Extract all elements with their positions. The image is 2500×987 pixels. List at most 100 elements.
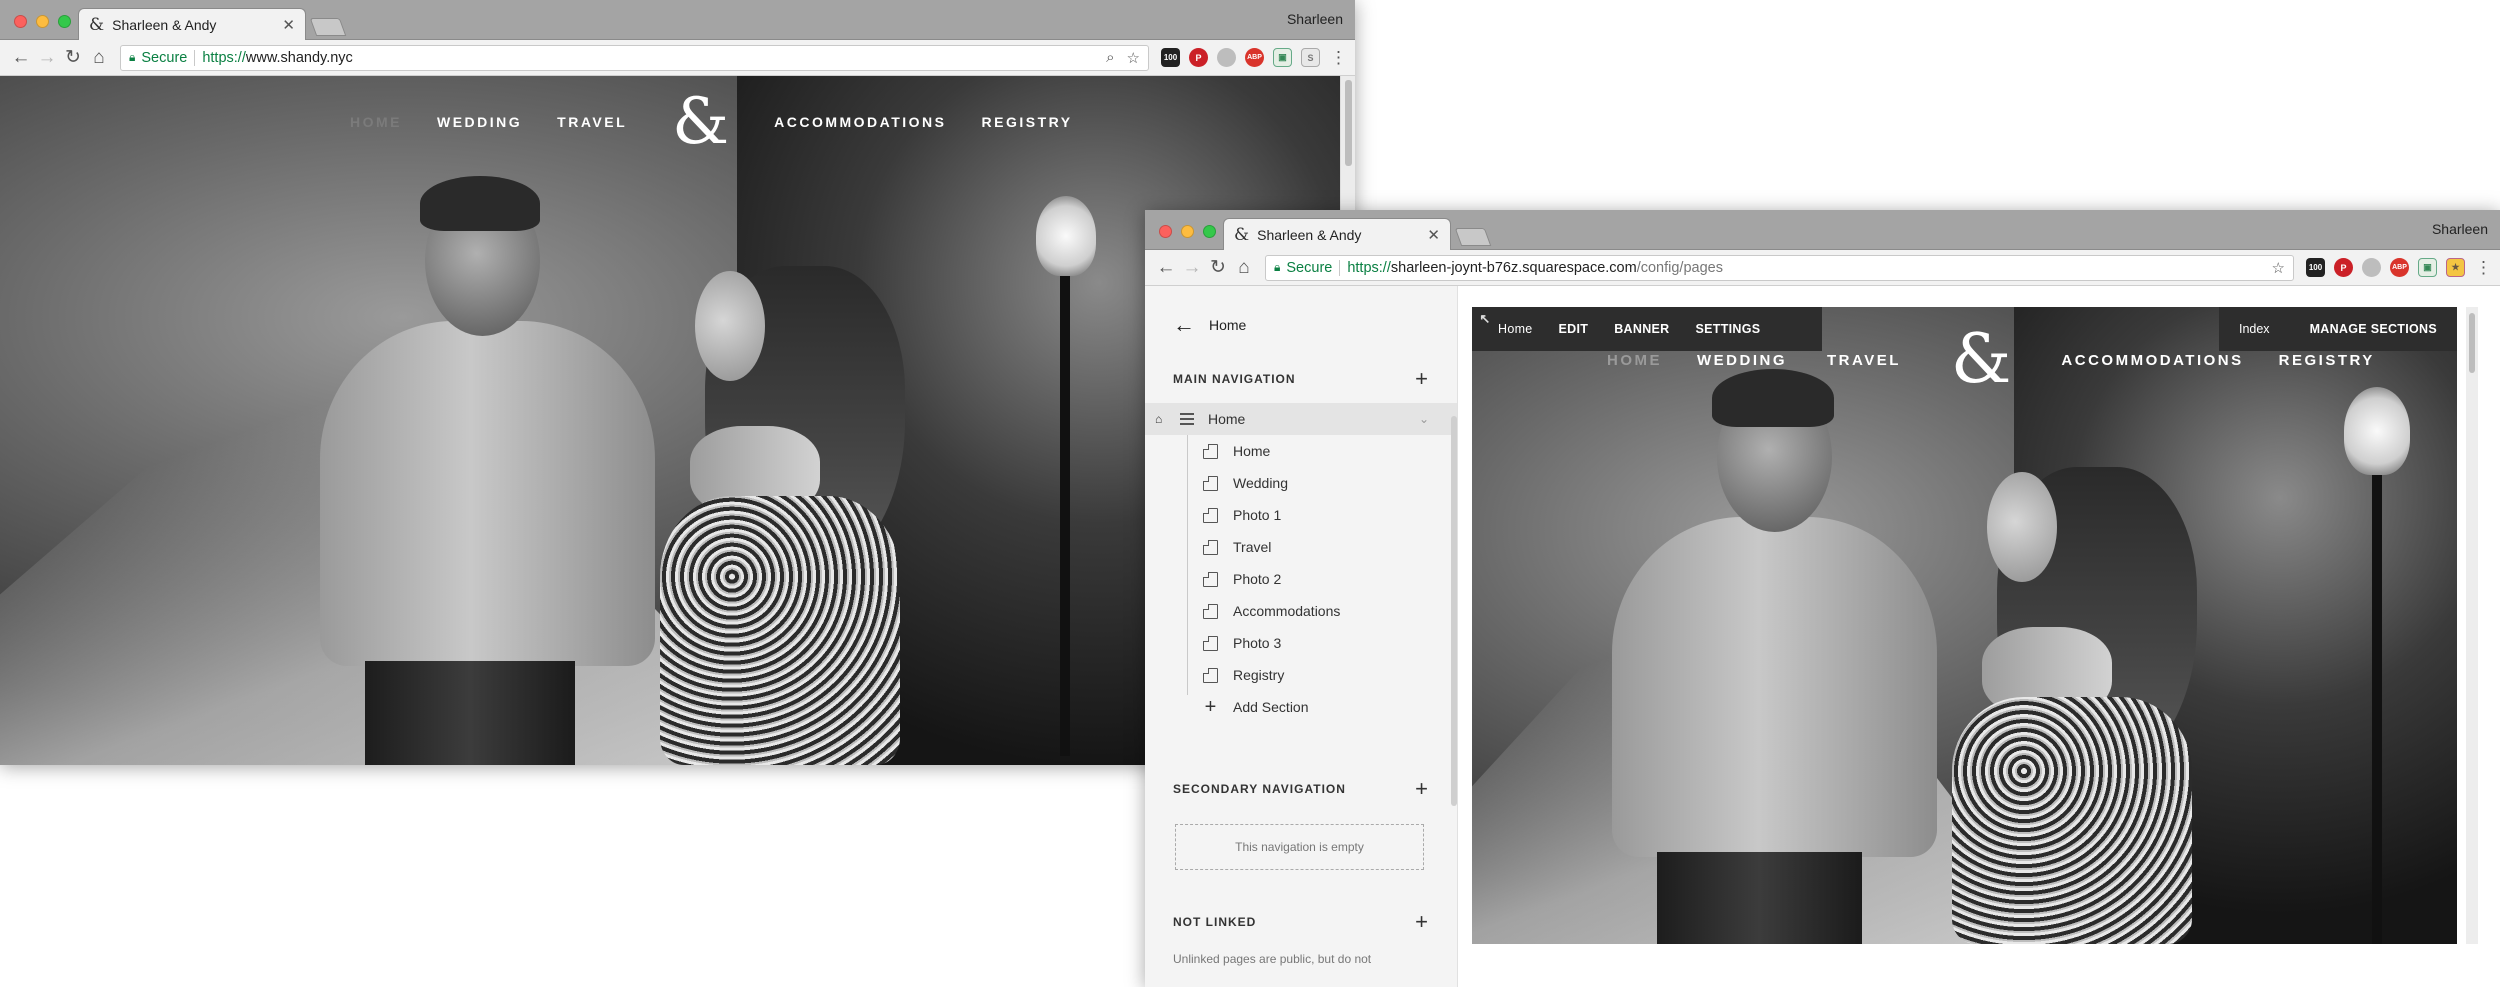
extension-icon[interactable]: ▣ (1273, 48, 1292, 67)
page-item[interactable]: Accommodations (1203, 595, 1457, 627)
scroll-thumb[interactable] (2469, 313, 2475, 373)
plus-icon[interactable]: + (1415, 776, 1429, 802)
extension-icon[interactable]: ★ (2446, 258, 2465, 277)
window-controls (1159, 225, 1216, 238)
add-section-button[interactable]: + Add Section (1203, 691, 1457, 723)
nav-wedding[interactable]: WEDDING (437, 114, 522, 130)
back-arrow-icon[interactable]: ← (1153, 255, 1179, 281)
url-host: www.shandy.nyc (245, 49, 353, 66)
manage-sections-button[interactable]: MANAGE SECTIONS (2290, 322, 2457, 336)
page-item[interactable]: Photo 2 (1203, 563, 1457, 595)
chevron-down-icon[interactable]: ⌄ (1419, 412, 1429, 426)
extension-100-icon[interactable]: 100 (2306, 258, 2325, 277)
profile-name[interactable]: Sharleen (1287, 11, 1343, 27)
woman-dress (660, 496, 900, 765)
nav-home[interactable]: HOME (1607, 352, 1662, 369)
site-logo[interactable]: & (1951, 326, 2012, 394)
zoom-window-button[interactable] (1203, 225, 1216, 238)
page-label: Wedding (1233, 475, 1289, 491)
not-linked-header: NOT LINKED + (1173, 909, 1429, 935)
forward-arrow-icon[interactable]: → (1179, 255, 1205, 281)
menu-dots-icon[interactable]: ⋮ (1330, 48, 1347, 68)
preview-scrollbar[interactable] (2466, 307, 2478, 944)
nav-item-home-index[interactable]: ⌂ Home ⌄ (1145, 403, 1457, 435)
nav-registry[interactable]: REGISTRY (2279, 352, 2375, 369)
site-navigation: HOME WEDDING TRAVEL & ACCOMMODATIONS REG… (350, 90, 1073, 154)
nav-wedding[interactable]: WEDDING (1697, 352, 1787, 369)
browser-window-editor: & Sharleen & Andy ✕ Sharleen ← → ↻ ⌂ 🔒︎ … (1145, 210, 2500, 987)
tab-close-icon[interactable]: ✕ (1427, 226, 1440, 244)
man-hair (420, 176, 540, 231)
back-button[interactable]: ← Home (1173, 312, 1246, 338)
section-heading: NOT LINKED (1173, 915, 1257, 929)
pinterest-icon[interactable]: P (1189, 48, 1208, 67)
adblock-icon[interactable]: ABP (2390, 258, 2409, 277)
sidebar-scroll-thumb[interactable] (1451, 416, 1457, 806)
lamp-head (1036, 196, 1096, 276)
nav-travel[interactable]: TRAVEL (1827, 352, 1901, 369)
plus-icon[interactable]: + (1415, 909, 1429, 935)
back-arrow-icon[interactable]: ← (8, 45, 34, 71)
plus-icon[interactable]: + (1415, 366, 1429, 392)
pages-sidebar: ← Home MAIN NAVIGATION + ⌂ Home ⌄ Home W… (1145, 286, 1458, 987)
page-item[interactable]: Photo 1 (1203, 499, 1457, 531)
edit-button[interactable]: EDIT (1546, 322, 1602, 336)
pinterest-icon[interactable]: P (2334, 258, 2353, 277)
page-icon (1203, 635, 1218, 651)
extensions: 100 P ABP ▣ ★ (2306, 258, 2465, 277)
index-bar: Index MANAGE SECTIONS (2218, 307, 2457, 351)
tab-bar: & Sharleen & Andy ✕ Sharleen (1145, 210, 2500, 250)
site-logo[interactable]: & (672, 90, 729, 154)
banner-button[interactable]: BANNER (1601, 322, 1682, 336)
reload-icon[interactable]: ↻ (1205, 255, 1231, 281)
menu-dots-icon[interactable]: ⋮ (2475, 258, 2492, 278)
star-icon[interactable]: ☆ (1127, 49, 1140, 67)
zoom-window-button[interactable] (58, 15, 71, 28)
scroll-thumb[interactable] (1345, 80, 1352, 166)
page-label: Registry (1233, 667, 1285, 683)
plus-icon: + (1204, 695, 1217, 718)
browser-tab[interactable]: & Sharleen & Andy ✕ (1223, 218, 1451, 250)
search-icon[interactable]: ⌕ (1106, 49, 1114, 67)
cloud-extension-icon[interactable] (1217, 48, 1236, 67)
cloud-extension-icon[interactable] (2362, 258, 2381, 277)
nav-travel[interactable]: TRAVEL (557, 114, 627, 130)
page-item[interactable]: Wedding (1203, 467, 1457, 499)
favicon-icon: & (89, 14, 105, 35)
address-bar[interactable]: 🔒︎ Secure https://www.shandy.nyc ⌕ ☆ (120, 44, 1149, 71)
page-item[interactable]: Travel (1203, 531, 1457, 563)
minimize-window-button[interactable] (36, 15, 49, 28)
home-icon[interactable]: ⌂ (86, 45, 112, 71)
nav-accommodations[interactable]: ACCOMMODATIONS (774, 114, 946, 130)
browser-tab[interactable]: & Sharleen & Andy ✕ (78, 8, 306, 40)
minimize-window-button[interactable] (1181, 225, 1194, 238)
extension-icon[interactable]: ▣ (2418, 258, 2437, 277)
close-window-button[interactable] (1159, 225, 1172, 238)
adblock-icon[interactable]: ABP (1245, 48, 1264, 67)
star-icon[interactable]: ☆ (2272, 259, 2285, 277)
profile-name[interactable]: Sharleen (2432, 221, 2488, 237)
reload-icon[interactable]: ↻ (60, 45, 86, 71)
forward-arrow-icon[interactable]: → (34, 45, 60, 71)
expand-icon[interactable]: ↖ (1472, 311, 1498, 327)
url-path: /config/pages (1636, 259, 1723, 276)
settings-button[interactable]: SETTINGS (1683, 322, 1774, 336)
home-icon[interactable]: ⌂ (1231, 255, 1257, 281)
page-item[interactable]: Registry (1203, 659, 1457, 691)
nav-accommodations[interactable]: ACCOMMODATIONS (2061, 352, 2243, 369)
page-item[interactable]: Home (1203, 435, 1457, 467)
tree-line (1187, 435, 1188, 695)
close-window-button[interactable] (14, 15, 27, 28)
tab-close-icon[interactable]: ✕ (282, 16, 295, 34)
extension-100-icon[interactable]: 100 (1161, 48, 1180, 67)
nav-home[interactable]: HOME (350, 114, 402, 130)
page-label: Travel (1233, 539, 1272, 555)
new-tab-button[interactable] (309, 18, 347, 36)
page-item[interactable]: Photo 3 (1203, 627, 1457, 659)
nav-registry[interactable]: REGISTRY (982, 114, 1073, 130)
extension-icon[interactable]: S (1301, 48, 1320, 67)
new-tab-button[interactable] (1454, 228, 1492, 246)
address-bar[interactable]: 🔒︎ Secure https://sharleen-joynt-b76z.sq… (1265, 254, 2294, 281)
lock-icon: 🔒︎ (1274, 260, 1281, 274)
hero-photo (0, 76, 1340, 765)
